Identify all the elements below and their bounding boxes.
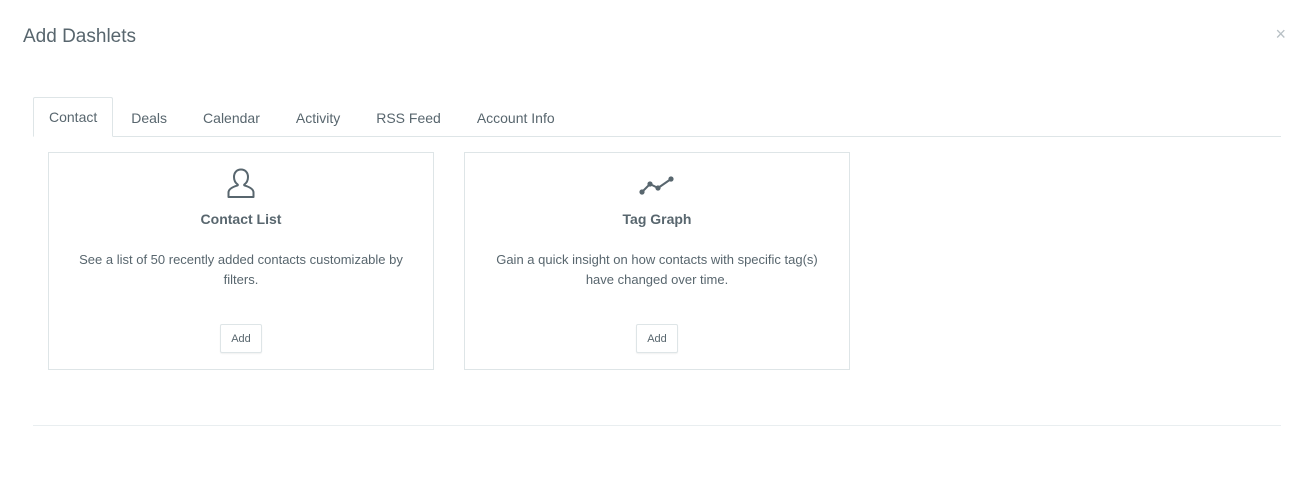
dashlet-title: Contact List — [200, 211, 282, 227]
dashlet-card-contact-list: Contact List See a list of 50 recently a… — [48, 152, 434, 370]
tab-account-info[interactable]: Account Info — [459, 97, 573, 137]
tab-activity[interactable]: Activity — [278, 97, 358, 137]
dashlet-card-tag-graph: Tag Graph Gain a quick insight on how co… — [464, 152, 850, 370]
close-button[interactable]: × — [1275, 25, 1286, 43]
tab-rss-feed[interactable]: RSS Feed — [358, 97, 459, 137]
modal-footer-divider — [33, 425, 1281, 426]
user-icon — [223, 166, 259, 202]
dashlet-title: Tag Graph — [622, 211, 692, 227]
modal-title: Add Dashlets — [23, 26, 137, 47]
add-contact-list-button[interactable]: Add — [220, 324, 262, 353]
dashlet-tabs: Contact Deals Calendar Activity RSS Feed… — [33, 96, 1281, 137]
dashlet-description: See a list of 50 recently added contacts… — [79, 252, 403, 287]
add-tag-graph-button[interactable]: Add — [636, 324, 678, 353]
dashlet-description: Gain a quick insight on how contacts wit… — [496, 252, 818, 287]
tab-deals[interactable]: Deals — [113, 97, 185, 137]
line-graph-icon — [639, 166, 675, 202]
tab-contact[interactable]: Contact — [33, 97, 114, 137]
tab-calendar[interactable]: Calendar — [185, 97, 278, 137]
